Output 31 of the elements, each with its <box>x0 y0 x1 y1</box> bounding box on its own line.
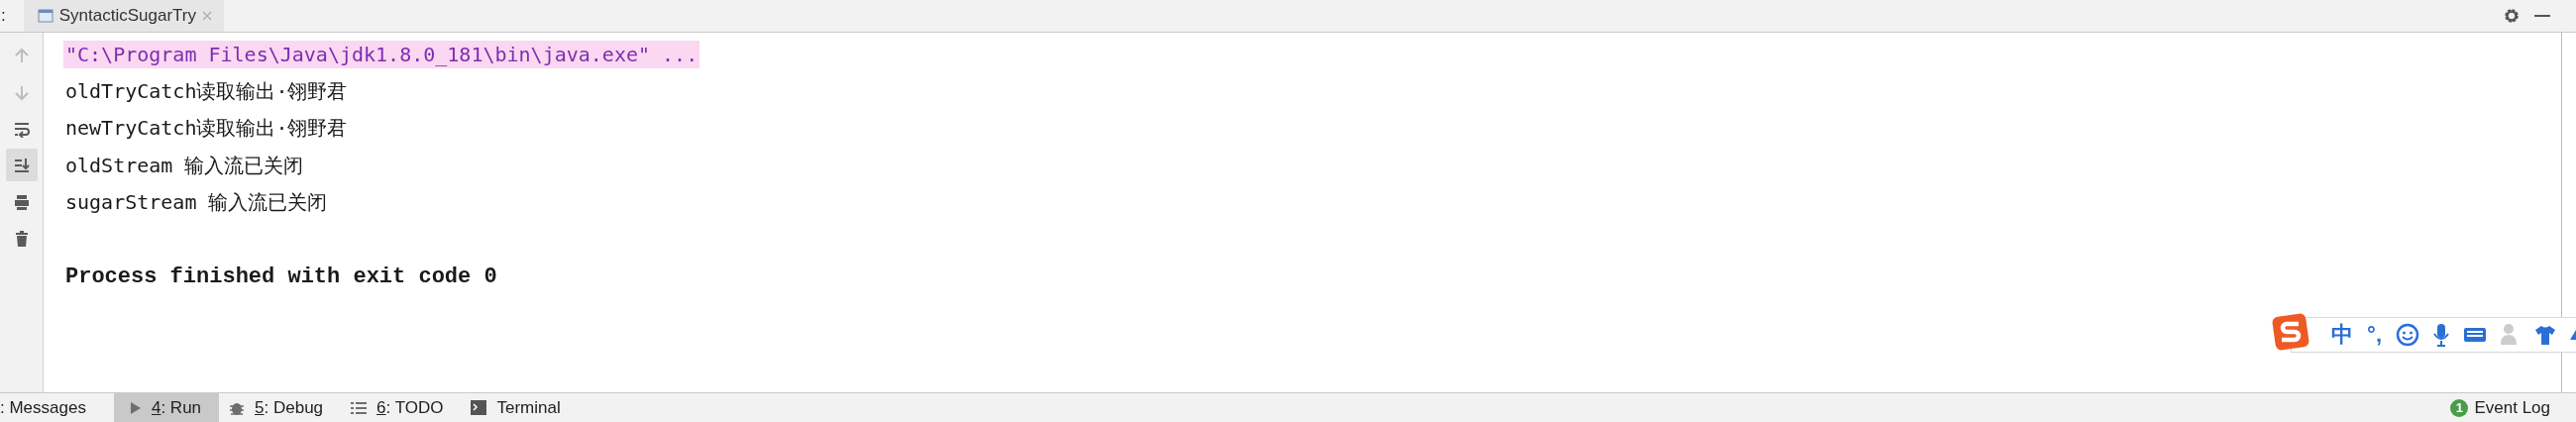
play-icon <box>129 400 142 415</box>
panel-edge-mark: : <box>0 5 7 27</box>
event-log-link[interactable]: Event Log <box>2474 397 2550 418</box>
terminal-icon <box>471 400 487 415</box>
tool-window-tab[interactable]: Terminal <box>471 393 579 422</box>
shirt-icon[interactable] <box>2534 324 2556 346</box>
output-line: newTryCatch读取输出·翎野君 <box>64 115 349 143</box>
tool-window-tab[interactable]: : Messages <box>0 393 104 422</box>
minimize-icon[interactable] <box>2534 14 2550 18</box>
scroll-to-end-icon <box>12 156 31 174</box>
output-line: oldTryCatch读取输出·翎野君 <box>64 77 349 105</box>
tab-title: SyntacticSugarTry <box>58 6 196 26</box>
smiley-icon[interactable] <box>2396 323 2419 347</box>
tool-window-tab[interactable]: 5: Debug <box>229 393 342 422</box>
toolbar-button[interactable] <box>5 149 38 181</box>
exit-message: Process finished with exit code 0 <box>64 264 498 292</box>
output-line: oldStream 输入流已关闭 <box>64 152 305 179</box>
output-line: sugarStream 输入流已关闭 <box>64 189 329 217</box>
tool-tab[interactable]: SyntacticSugarTry <box>23 0 224 32</box>
punctuation-toggle[interactable]: °, <box>2367 322 2382 348</box>
tool-window-tab[interactable]: 6: TODO <box>351 393 462 422</box>
keyboard-icon[interactable] <box>2463 326 2487 344</box>
list-icon <box>351 400 368 415</box>
tool-window-tab[interactable]: 4: Run <box>113 393 220 422</box>
print-icon <box>12 192 31 211</box>
notification-badge: 1 <box>2450 398 2469 417</box>
ime-mode-toggle[interactable]: 中 <box>2331 320 2354 350</box>
microphone-icon[interactable] <box>2433 323 2449 347</box>
settings-icon[interactable] <box>2503 7 2521 25</box>
console-icon <box>37 8 54 24</box>
ime-logo-icon[interactable] <box>2272 313 2310 351</box>
